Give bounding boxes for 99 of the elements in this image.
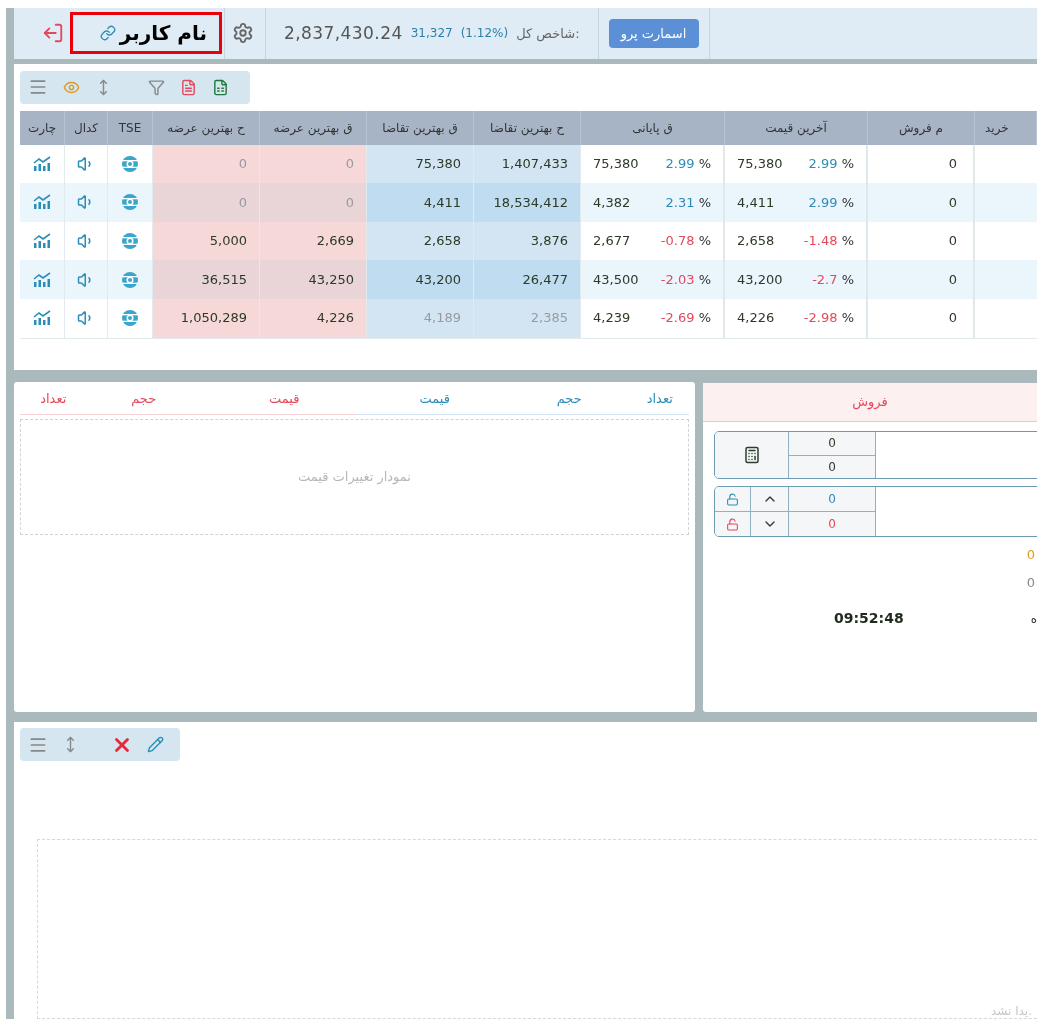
order-book-header: حجم bbox=[130, 389, 158, 408]
table-cell: 0 bbox=[868, 298, 974, 338]
percent-change: -0.78 % bbox=[660, 232, 711, 251]
table-cell: 4,226 bbox=[260, 298, 366, 338]
table-cell: 2,669 bbox=[260, 221, 366, 261]
globe-icon[interactable] bbox=[121, 309, 139, 328]
percent-change: 2.99 % bbox=[808, 193, 854, 212]
filter-icon[interactable] bbox=[148, 78, 165, 96]
unlock-icon[interactable] bbox=[726, 492, 739, 506]
table-cell-text: 2,658 bbox=[737, 232, 775, 251]
order-book-header: تعداد bbox=[39, 389, 68, 408]
logout-icon[interactable] bbox=[42, 22, 64, 45]
chart-icon[interactable] bbox=[32, 194, 52, 211]
table-cell-text: 75,380 bbox=[737, 155, 783, 174]
quantity-value: 0 bbox=[827, 458, 837, 476]
table-cell: 2,658 bbox=[367, 221, 473, 261]
table-cell: 1,050,289 bbox=[153, 298, 259, 338]
chart-icon[interactable] bbox=[32, 271, 52, 288]
unlock-icon[interactable] bbox=[726, 517, 739, 531]
column-header[interactable]: ح بهترین عرضه bbox=[153, 110, 260, 145]
settings-icon[interactable] bbox=[231, 22, 254, 45]
edit-icon[interactable] bbox=[147, 736, 164, 753]
table-cell: 75,380 bbox=[367, 144, 473, 184]
percent-change: 2.99 % bbox=[808, 155, 854, 174]
order-book-header: حجم bbox=[555, 389, 583, 408]
column-header[interactable]: ق بهترین تقاضا bbox=[367, 110, 474, 145]
table-cell: 43,200 bbox=[367, 260, 473, 299]
column-header[interactable]: TSE bbox=[108, 110, 153, 145]
table-cell: 0 bbox=[153, 183, 259, 222]
percent-change: -1.48 % bbox=[803, 232, 854, 251]
column-header[interactable]: ح بهترین تقاضا bbox=[474, 110, 581, 145]
chart-icon[interactable] bbox=[32, 155, 52, 172]
label-fragment: ه bbox=[1030, 610, 1037, 628]
column-header[interactable]: ق بهترین عرضه bbox=[260, 110, 367, 145]
index-label: شاخص کل: bbox=[516, 24, 580, 44]
value-label: 0 bbox=[1026, 546, 1035, 564]
globe-icon[interactable] bbox=[121, 154, 139, 173]
percent-change: 2.31 % bbox=[665, 193, 711, 212]
column-header[interactable]: م فروش bbox=[868, 110, 975, 145]
order-book-header: قیمت bbox=[418, 389, 451, 408]
table-row[interactable]: 0 0 4,411 18,534,412 4,382 2.31 % 4,411 2.99 % 0 bbox=[20, 183, 1037, 222]
index-percent: (1.12%) bbox=[460, 25, 509, 43]
index-value: 2,837,430.24 bbox=[284, 21, 403, 45]
order-book-header: تعداد bbox=[645, 389, 674, 408]
table-cell-text: 4,226 bbox=[737, 309, 775, 328]
calculator-icon[interactable] bbox=[742, 446, 761, 464]
column-header[interactable]: ق پایانی bbox=[581, 110, 725, 145]
index-change: 31,327 bbox=[410, 25, 453, 43]
table-cell: 3,876 bbox=[474, 221, 580, 261]
table-cell-text: 4,382 bbox=[593, 193, 631, 212]
percent-change: -2.98 % bbox=[803, 309, 854, 328]
table-cell: 36,515 bbox=[153, 260, 259, 299]
table-cell-text: 4,411 bbox=[737, 193, 775, 212]
pro-button[interactable]: اسمارت پرو bbox=[608, 18, 699, 48]
link-icon[interactable] bbox=[99, 25, 116, 42]
empty-message: یدا نشد. bbox=[991, 1004, 1032, 1018]
table-cell: 2,385 bbox=[474, 298, 580, 338]
table-cell-text: 43,500 bbox=[593, 270, 639, 289]
table-cell: 4,189 bbox=[367, 298, 473, 338]
globe-icon[interactable] bbox=[121, 270, 139, 289]
table-cell: 4,411 bbox=[367, 183, 473, 222]
table-cell: 1,407,433 bbox=[474, 144, 580, 184]
upper-price-value: 0 bbox=[789, 487, 875, 512]
column-header[interactable]: کدال bbox=[65, 110, 108, 145]
table-cell-text: 75,380 bbox=[593, 155, 639, 174]
column-header[interactable]: خرید bbox=[975, 110, 1037, 145]
table-cell: 0 bbox=[868, 183, 974, 222]
chart-placeholder-field: نمودار تغییرات قیمت bbox=[20, 419, 689, 535]
table-cell-text: 43,200 bbox=[737, 270, 783, 289]
lower-price-value: 0 bbox=[827, 516, 837, 533]
table-cell: 18,534,412 bbox=[474, 183, 580, 222]
column-header[interactable]: آخرین قیمت bbox=[725, 110, 868, 145]
percent-change: -2.03 % bbox=[660, 270, 711, 289]
chart-icon[interactable] bbox=[32, 310, 52, 327]
chart-icon[interactable] bbox=[32, 233, 52, 250]
table-cell: 26,477 bbox=[474, 260, 580, 299]
table-cell: 5,000 bbox=[153, 221, 259, 261]
table-cell: 0 bbox=[868, 260, 974, 299]
percent-change: -2.7 % bbox=[812, 270, 854, 289]
column-header[interactable]: چارت bbox=[20, 110, 65, 145]
globe-icon[interactable] bbox=[121, 232, 139, 251]
percent-change: -2.69 % bbox=[660, 309, 711, 328]
table-cell-text: 4,239 bbox=[593, 309, 631, 328]
table-cell: 0 bbox=[260, 183, 366, 222]
globe-icon[interactable] bbox=[121, 193, 139, 212]
table-cell-text: 2,677 bbox=[593, 232, 631, 251]
table-row[interactable]: 36,515 43,250 43,200 26,477 43,500 -2.03 % 43,200 -2.7 % 0 bbox=[20, 260, 1037, 299]
username-label[interactable]: نام کاربر bbox=[70, 12, 222, 55]
value-label: 0 bbox=[1026, 573, 1035, 592]
spreadsheet-icon[interactable] bbox=[212, 78, 229, 96]
percent-change: 2.99 % bbox=[665, 155, 711, 174]
pdf-icon[interactable] bbox=[180, 78, 197, 96]
sell-tab[interactable]: فروش bbox=[703, 383, 1037, 422]
table-cell: 43,250 bbox=[260, 260, 366, 299]
table-cell: 0 bbox=[260, 144, 366, 184]
table-cell: 0 bbox=[153, 144, 259, 184]
quantity-value: 0 bbox=[789, 432, 875, 456]
time-label: 09:52:48 bbox=[834, 609, 904, 628]
order-book-header: قیمت bbox=[268, 389, 301, 408]
